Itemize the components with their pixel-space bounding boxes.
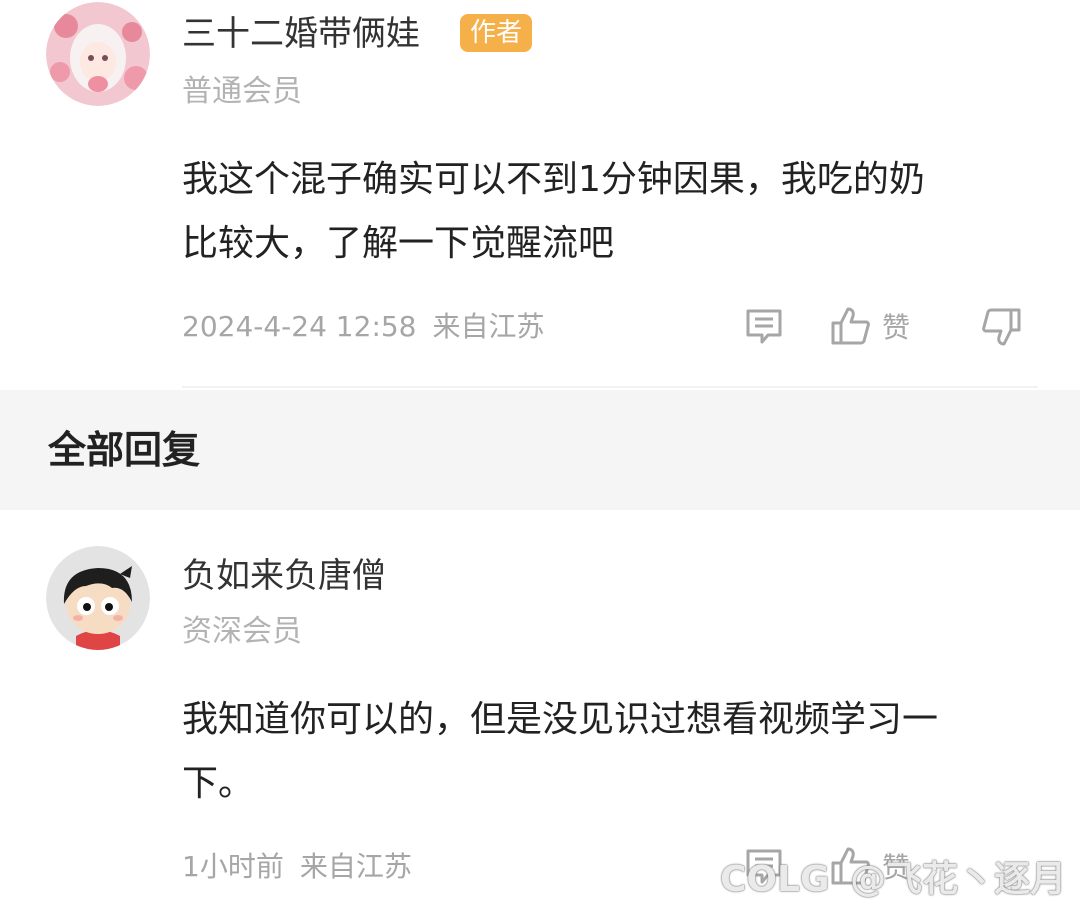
reply-member-level: 资深会员 <box>182 614 302 649</box>
divider <box>182 386 1038 388</box>
thumbs-up-icon <box>830 305 872 347</box>
post-meta: 2024-4-24 12:58 来自江苏 <box>182 310 545 344</box>
reply-username[interactable]: 负如来负唐僧 <box>182 556 386 596</box>
reply-content-line: 下。 <box>182 763 255 804</box>
watermark-text: @飞花丶逐月 <box>850 859 1067 900</box>
post-location: 来自江苏 <box>432 310 545 343</box>
comment-icon <box>744 306 784 346</box>
post-content: 我这个混子确实可以不到1分钟因果，我吃的奶 比较大，了解一下觉醒流吧 <box>182 148 1022 276</box>
reply-meta: 1小时前 来自江苏 <box>182 850 412 884</box>
reply-timestamp: 1小时前 <box>182 850 284 883</box>
section-header: 全部回复 <box>0 390 1080 510</box>
avatar[interactable] <box>46 546 150 650</box>
thumbs-down-icon <box>980 306 1022 348</box>
post-content-line: 我这个混子确实可以不到1分钟因果，我吃的奶 <box>182 159 925 200</box>
section-title: 全部回复 <box>48 428 201 472</box>
post-username[interactable]: 三十二婚带俩娃 <box>182 14 420 54</box>
reply-content: 我知道你可以的，但是没见识过想看视频学习一 下。 <box>182 688 1022 816</box>
comment-button[interactable] <box>744 306 784 346</box>
post-member-level: 普通会员 <box>182 74 302 109</box>
reply-content-line: 我知道你可以的，但是没见识过想看视频学习一 <box>182 699 939 740</box>
reply-location: 来自江苏 <box>299 850 412 883</box>
dislike-button[interactable] <box>980 306 1022 348</box>
post-content-line: 比较大，了解一下觉醒流吧 <box>182 223 615 264</box>
like-label: 赞 <box>882 311 911 344</box>
watermark: COLG @飞花丶逐月 <box>720 858 1066 902</box>
watermark-logo: COLG <box>720 859 830 900</box>
avatar[interactable] <box>46 2 150 106</box>
post-timestamp: 2024-4-24 12:58 <box>182 310 417 343</box>
author-badge: 作者 <box>460 14 533 52</box>
like-button[interactable]: 赞 <box>830 305 910 347</box>
